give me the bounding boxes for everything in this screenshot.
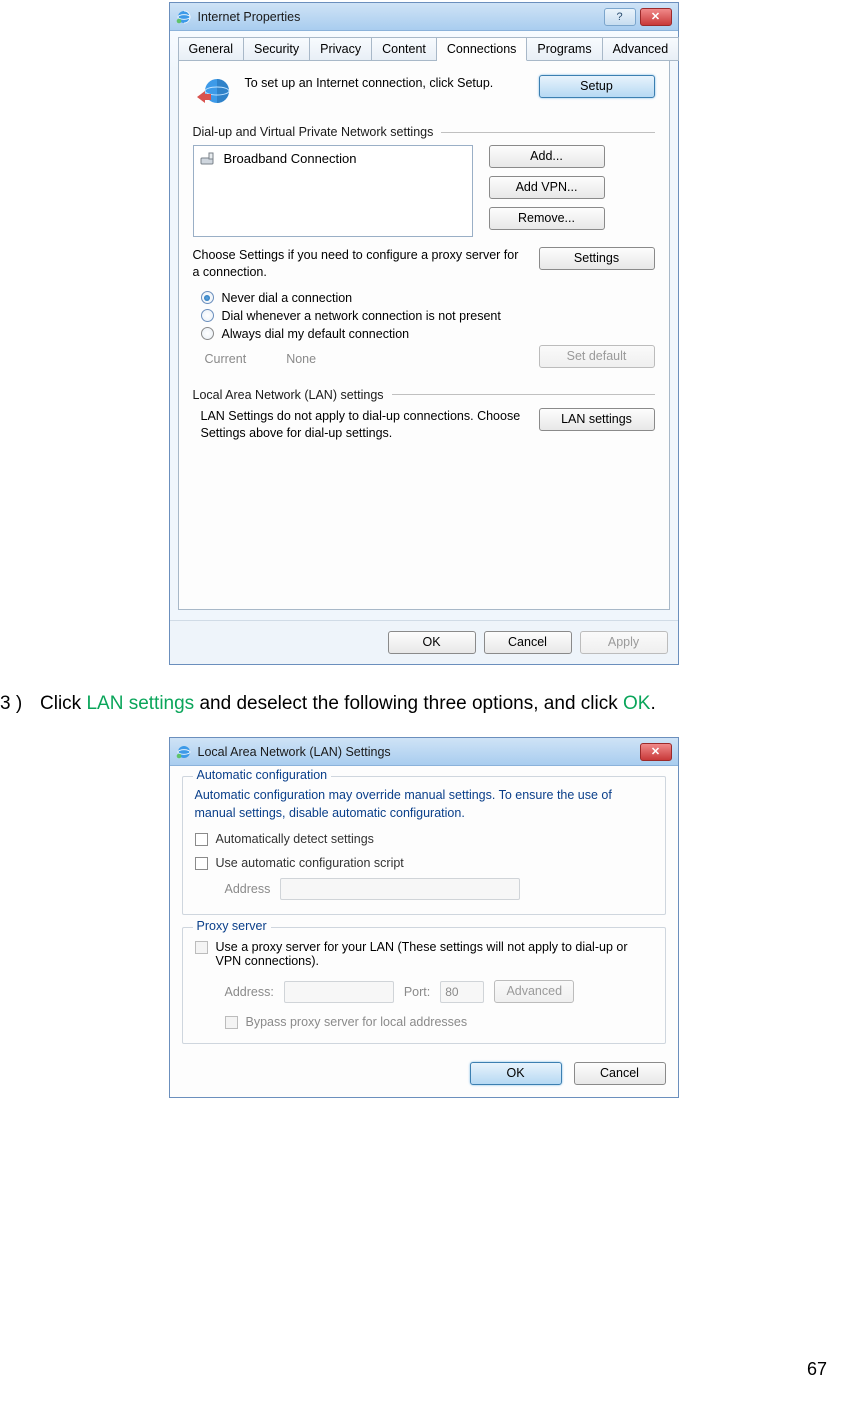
window-body: Automatic configuration Automatic config… [170, 766, 678, 1097]
help-button[interactable]: ? [604, 8, 636, 26]
tab-pane-connections: To set up an Internet connection, click … [178, 60, 670, 610]
radio-icon [201, 291, 214, 304]
connection-wizard-icon [193, 75, 233, 109]
ok-button[interactable]: OK [388, 631, 476, 654]
group-lan-label: Local Area Network (LAN) settings [193, 388, 655, 402]
document-page: Internet Properties ? ✕ General Security… [0, 2, 847, 1408]
checkbox-icon [195, 941, 208, 954]
close-button[interactable]: ✕ [640, 8, 672, 26]
checkbox-use-proxy[interactable]: Use a proxy server for your LAN (These s… [195, 940, 653, 968]
remove-button[interactable]: Remove... [489, 207, 605, 230]
add-vpn-button[interactable]: Add VPN... [489, 176, 605, 199]
tab-connections[interactable]: Connections [437, 37, 528, 61]
tab-privacy[interactable]: Privacy [310, 37, 372, 61]
advanced-button: Advanced [494, 980, 574, 1003]
tab-content[interactable]: Content [372, 37, 437, 61]
radio-icon [201, 309, 214, 322]
step-number: 3 ) [0, 693, 40, 715]
proxy-port-label: Port: [404, 985, 430, 999]
current-label: Current [205, 352, 247, 366]
radio-label: Always dial my default connection [222, 327, 410, 341]
internet-options-icon [176, 9, 192, 25]
group-automatic-configuration: Automatic configuration Automatic config… [182, 776, 666, 915]
dialog-button-bar: OK Cancel [182, 1056, 666, 1085]
setup-button[interactable]: Setup [539, 75, 655, 98]
radio-label: Dial whenever a network connection is no… [222, 309, 501, 323]
address-input [280, 878, 520, 900]
set-default-button: Set default [539, 345, 655, 368]
cancel-button[interactable]: Cancel [574, 1062, 666, 1085]
proxy-instruction-text: Choose Settings if you need to configure… [193, 247, 523, 281]
ok-button[interactable]: OK [470, 1062, 562, 1085]
titlebar[interactable]: Internet Properties ? ✕ [170, 3, 678, 31]
page-number: 67 [807, 1359, 827, 1380]
group-legend: Proxy server [193, 919, 271, 933]
setup-instruction-text: To set up an Internet connection, click … [233, 75, 539, 91]
lan-settings-window: Local Area Network (LAN) Settings ✕ Auto… [169, 737, 679, 1098]
radio-label: Never dial a connection [222, 291, 353, 305]
checkbox-auto-detect[interactable]: Automatically detect settings [195, 832, 653, 846]
group-dialup-label: Dial-up and Virtual Private Network sett… [193, 125, 655, 139]
dialog-button-bar: OK Cancel Apply [170, 620, 678, 664]
checkbox-label: Automatically detect settings [216, 832, 374, 846]
modem-icon [200, 152, 216, 166]
proxy-address-label: Address: [225, 985, 274, 999]
connections-listbox[interactable]: Broadband Connection [193, 145, 473, 237]
tab-programs[interactable]: Programs [527, 37, 602, 61]
highlight-lan-settings: LAN settings [86, 693, 194, 714]
checkbox-label: Use automatic configuration script [216, 856, 404, 870]
radio-icon [201, 327, 214, 340]
tab-strip: General Security Privacy Content Connect… [178, 37, 670, 61]
internet-properties-window: Internet Properties ? ✕ General Security… [169, 2, 679, 665]
checkbox-auto-script[interactable]: Use automatic configuration script [195, 856, 653, 870]
radio-always-dial[interactable]: Always dial my default connection [201, 327, 655, 341]
add-button[interactable]: Add... [489, 145, 605, 168]
current-value: None [286, 352, 316, 366]
highlight-ok: OK [623, 693, 650, 714]
checkbox-icon [195, 833, 208, 846]
lan-note-text: LAN Settings do not apply to dial-up con… [193, 408, 523, 442]
apply-button: Apply [580, 631, 668, 654]
tab-security[interactable]: Security [244, 37, 310, 61]
address-label: Address [225, 882, 271, 896]
checkbox-label: Bypass proxy server for local addresses [246, 1015, 468, 1029]
group-legend: Automatic configuration [193, 768, 332, 782]
window-body: General Security Privacy Content Connect… [170, 31, 678, 620]
step-instruction: 3 ) Click LAN settings and deselect the … [0, 693, 800, 715]
checkbox-label: Use a proxy server for your LAN (These s… [216, 940, 653, 968]
checkbox-icon [195, 857, 208, 870]
auto-config-text: Automatic configuration may override man… [195, 787, 653, 822]
radio-dial-whenever[interactable]: Dial whenever a network connection is no… [201, 309, 655, 323]
proxy-address-input [284, 981, 394, 1003]
lan-settings-button[interactable]: LAN settings [539, 408, 655, 431]
group-proxy-server: Proxy server Use a proxy server for your… [182, 927, 666, 1044]
connection-item-broadband[interactable]: Broadband Connection [198, 149, 468, 168]
window-title: Local Area Network (LAN) Settings [198, 745, 391, 759]
tab-advanced[interactable]: Advanced [603, 37, 680, 61]
titlebar[interactable]: Local Area Network (LAN) Settings ✕ [170, 738, 678, 766]
window-title: Internet Properties [198, 10, 301, 24]
checkbox-icon [225, 1016, 238, 1029]
cancel-button[interactable]: Cancel [484, 631, 572, 654]
close-button[interactable]: ✕ [640, 743, 672, 761]
internet-options-icon [176, 744, 192, 760]
tab-general[interactable]: General [178, 37, 244, 61]
step-text: Click LAN settings and deselect the foll… [40, 693, 656, 715]
radio-never-dial[interactable]: Never dial a connection [201, 291, 655, 305]
connection-item-label: Broadband Connection [224, 151, 357, 166]
settings-button[interactable]: Settings [539, 247, 655, 270]
checkbox-bypass-local: Bypass proxy server for local addresses [225, 1015, 653, 1029]
proxy-port-input: 80 [440, 981, 484, 1003]
